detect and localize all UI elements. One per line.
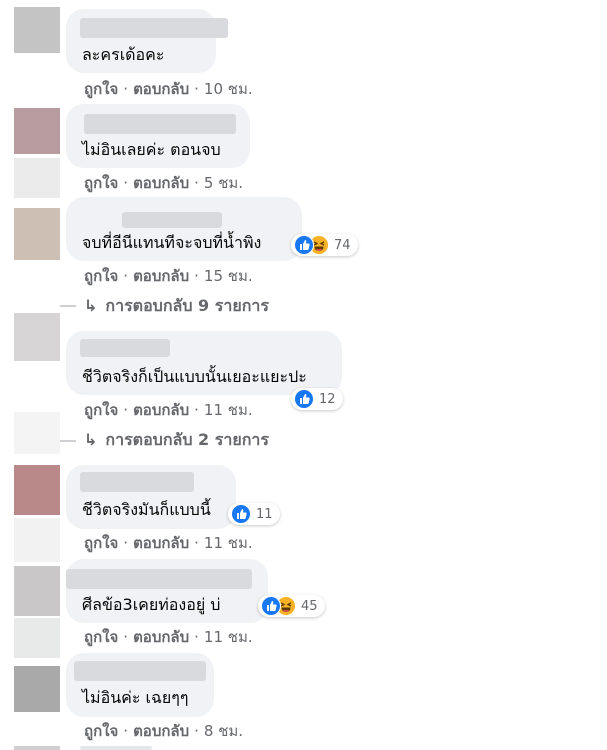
avatar[interactable] [14,208,60,260]
dot-separator: · [123,80,129,98]
avatar[interactable] [14,666,60,712]
like-link[interactable]: ถูกใจ [84,401,118,419]
reaction-summary[interactable]: 45 [258,595,325,617]
reaction-summary[interactable]: 12 [291,388,343,410]
avatar[interactable] [14,566,60,616]
view-replies-link[interactable]: ↳ การตอบกลับ 9 รายการ [84,296,269,316]
comment-bubble: ศีลข้อ3เคยท่องอยู่ บ่ [66,559,268,623]
commenter-name[interactable] [66,569,252,589]
commenter-name[interactable] [80,339,170,357]
reaction-count: 11 [256,506,273,522]
timestamp[interactable]: 8 ชม. [204,722,243,740]
timestamp[interactable]: 15 ชม. [204,267,253,285]
comment-text: ชีวิตจริงมันก็แบบนี้ [82,500,211,519]
avatar[interactable] [14,746,60,750]
reaction-count: 74 [334,237,351,253]
avatar-lower [14,518,60,562]
comment-bubble: ชีวิตจริงก็เป็นแบบนั้นเยอะแยะปะ [66,331,342,395]
dot-separator: · [123,401,129,419]
comment-text: ไม่อินเลยค่ะ ตอนจบ [82,140,221,159]
like-icon [231,504,251,524]
timestamp[interactable]: 11 ชม. [204,401,253,419]
reply-arrow-icon: ↳ [84,296,98,315]
dot-separator: · [123,722,129,740]
view-replies-link[interactable]: ↳ การตอบกลับ 2 รายการ [84,430,269,450]
avatar[interactable] [14,465,60,515]
comment-actions: ถูกใจ · ตอบกลับ · 15 ชม. [84,266,253,286]
dot-separator: · [123,267,129,285]
view-replies-label: การตอบกลับ 9 รายการ [105,296,269,315]
reply-arrow-icon: ↳ [84,430,98,449]
reply-link[interactable]: ตอบกลับ [133,534,189,552]
reply-link[interactable]: ตอบกลับ [133,628,189,646]
thread-connector [60,440,76,442]
reaction-summary[interactable]: 11 [228,503,280,525]
reaction-count: 45 [301,598,318,614]
like-link[interactable]: ถูกใจ [84,722,118,740]
avatar[interactable] [14,108,60,154]
like-icon [294,389,314,409]
like-icon [261,596,281,616]
like-link[interactable]: ถูกใจ [84,267,118,285]
reply-link[interactable]: ตอบกลับ [133,80,189,98]
comment-bubble: ชีวิตจริงมันก็แบบนี้ [66,465,236,529]
dot-separator: · [123,174,129,192]
thread-connector [60,305,76,307]
timestamp[interactable]: 11 ชม. [204,534,253,552]
dot-separator: · [194,174,199,192]
comment-text: จบที่อีนีแทนทีจะจบที่น้ำพิง [82,233,262,252]
comment-actions: ถูกใจ · ตอบกลับ · 11 ชม. [84,627,253,647]
dot-separator: · [123,534,129,552]
comment-text: ไม่อินค่ะ เฉยๆๆ [82,688,189,707]
like-link[interactable]: ถูกใจ [84,80,118,98]
dot-separator: · [194,722,199,740]
commenter-name[interactable] [80,472,194,492]
reaction-summary[interactable]: 74 [291,234,358,256]
comment-text: ละครเด้อคะ [82,45,165,64]
comment-actions: ถูกใจ · ตอบกลับ · 10 ชม. [84,79,253,99]
dot-separator: · [194,628,199,646]
view-replies-label: การตอบกลับ 2 รายการ [105,430,269,449]
timestamp[interactable]: 10 ชม. [204,80,253,98]
comment-bubble: ไม่อินค่ะ เฉยๆๆ [66,653,214,717]
reply-link[interactable]: ตอบกลับ [133,267,189,285]
commenter-name[interactable] [122,212,222,228]
comment-actions: ถูกใจ · ตอบกลับ · 11 ชม. [84,400,253,420]
like-link[interactable]: ถูกใจ [84,628,118,646]
avatar-lower [14,158,60,198]
reply-link[interactable]: ตอบกลับ [133,722,189,740]
comment-bubble: ละครเด้อคะ [66,9,228,73]
commenter-name[interactable] [84,114,236,134]
comment-bubble: จบที่อีนีแทนทีจะจบที่น้ำพิง [66,197,302,261]
like-link[interactable]: ถูกใจ [84,174,118,192]
reply-link[interactable]: ตอบกลับ [133,401,189,419]
timestamp[interactable]: 11 ชม. [204,628,253,646]
dot-separator: · [194,401,199,419]
timestamp[interactable]: 5 ชม. [204,174,243,192]
dot-separator: · [194,267,199,285]
dot-separator: · [194,80,199,98]
avatar[interactable] [14,313,60,361]
commenter-name[interactable] [74,661,206,681]
avatar-lower [14,412,60,454]
dot-separator: · [123,628,129,646]
comment-actions: ถูกใจ · ตอบกลับ · 8 ชม. [84,721,243,741]
like-link[interactable]: ถูกใจ [84,534,118,552]
comment-text: ศีลข้อ3เคยท่องอยู่ บ่ [82,595,221,614]
avatar[interactable] [14,7,60,53]
dot-separator: · [194,534,199,552]
comment-text: ชีวิตจริงก็เป็นแบบนั้นเยอะแยะปะ [82,367,307,386]
comment-actions: ถูกใจ · ตอบกลับ · 5 ชม. [84,173,243,193]
reply-link[interactable]: ตอบกลับ [133,174,189,192]
comment-bubble: ไม่อินเลยค่ะ ตอนจบ [66,104,250,168]
commenter-name[interactable] [80,746,152,750]
reaction-count: 12 [319,391,336,407]
like-icon [294,235,314,255]
commenter-name[interactable] [80,18,228,38]
comment-actions: ถูกใจ · ตอบกลับ · 11 ชม. [84,533,253,553]
avatar-lower [14,618,60,658]
